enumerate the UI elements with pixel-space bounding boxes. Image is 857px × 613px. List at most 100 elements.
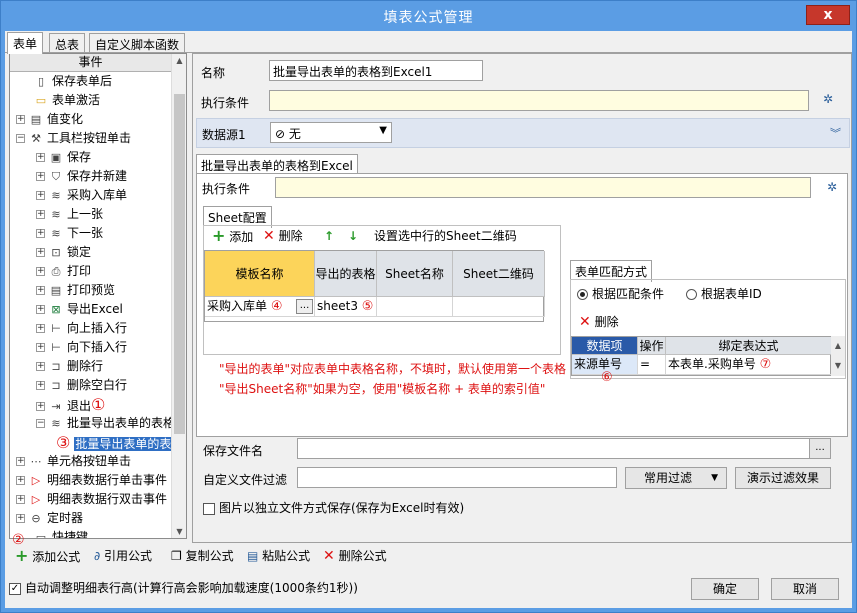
paste-formula-button[interactable]: ▤ 粘贴公式 (247, 544, 310, 568)
tree-item-form-activate[interactable]: ▭ 表单激活 (34, 91, 100, 110)
cell-sheet-name[interactable] (377, 297, 453, 317)
tree-item-timer[interactable]: + ⊖ 定时器 (16, 509, 83, 528)
col-export-table[interactable]: 导出的表格 (315, 251, 377, 297)
col-template-name[interactable]: 模板名称 (205, 251, 315, 297)
tree-item-batch-export-formula[interactable]: ③ 批量导出表单的表 (56, 433, 172, 452)
cancel-button[interactable]: 取消 (771, 578, 839, 600)
tree-item-save-after[interactable]: ▯ 保存表单后 (34, 72, 112, 91)
tree-item-cell-button-click[interactable]: + ⋯ 单元格按钮单击 (16, 452, 131, 471)
close-button[interactable]: x (806, 5, 850, 25)
tree-item-value-change[interactable]: + ▤ 值变化 (16, 110, 83, 129)
expand-icon[interactable]: + (16, 457, 25, 466)
sheet-delete-button[interactable]: ✕ 删除 (263, 224, 303, 248)
col-sheet-name[interactable]: Sheet名称 (377, 251, 453, 297)
tree-item-shortcut[interactable]: ▭ 快捷键 (34, 528, 88, 538)
scroll-down-icon[interactable]: ▼ (172, 527, 187, 536)
expand-icon[interactable]: + (36, 362, 45, 371)
scroll-up-icon[interactable]: ▲ (172, 56, 187, 65)
cell-export-table[interactable]: sheet3 ⑤ (315, 297, 377, 317)
tree-item-purchase-receipt[interactable]: + ≋ 采购入库单 (36, 186, 127, 205)
collapse-icon[interactable]: − (16, 134, 25, 143)
ds-select[interactable]: ⊘ 无 ▼ (270, 122, 392, 143)
tab-summary[interactable]: 总表 (49, 33, 86, 53)
ok-button[interactable]: 确定 (691, 578, 759, 600)
collapse-chevrons-icon[interactable]: ︾ (830, 125, 841, 141)
expand-icon[interactable]: + (36, 153, 45, 162)
tree-item-export-excel[interactable]: + ⊠ 导出Excel (36, 300, 123, 319)
cell-operation[interactable]: = (638, 355, 666, 375)
expand-icon[interactable]: + (16, 476, 25, 485)
radio-by-form-id[interactable]: 根据表单ID (686, 282, 762, 306)
sheet-add-button[interactable]: + 添加 (212, 224, 253, 249)
expand-icon[interactable]: + (36, 191, 45, 200)
magic-wand-icon[interactable]: ✲ (827, 180, 837, 194)
tree-item-insert-up[interactable]: + ⊢ 向上插入行 (36, 319, 127, 338)
tree-item-batch-export[interactable]: − ≋ 批量导出表单的表格 (36, 414, 172, 433)
file-filter-input[interactable] (297, 467, 617, 488)
tree-item-toolbar-click[interactable]: − ⚒ 工具栏按钮单击 (16, 129, 131, 148)
tab-form[interactable]: 表单 (7, 32, 44, 54)
set-sheet-qr-button[interactable]: 设置选中行的Sheet二维码 (374, 224, 517, 248)
expand-icon[interactable]: + (36, 286, 45, 295)
common-filter-select[interactable]: 常用过滤 ▼ (625, 467, 727, 489)
copy-formula-button[interactable]: ❐ 复制公式 (171, 544, 234, 568)
tree-item-print[interactable]: + ⎙ 打印 (36, 262, 91, 281)
match-delete-button[interactable]: ✕ 删除 (579, 310, 619, 334)
tree-item-next[interactable]: + ≋ 下一张 (36, 224, 103, 243)
marker-5: ⑤ (361, 299, 374, 314)
match-grid-scrollbar[interactable]: ▲ ▼ (831, 336, 845, 376)
expand-icon[interactable]: + (36, 229, 45, 238)
auto-adjust-checkbox[interactable]: ✓ 自动调整明细表行高(计算行高会影响加载速度(1000条约1秒)) (9, 576, 358, 600)
print-preview-icon: ▤ (50, 284, 62, 297)
add-formula-button[interactable]: + 添加公式 (15, 544, 80, 569)
cell-sheet-qr[interactable] (453, 297, 545, 317)
save-file-input[interactable] (297, 438, 827, 459)
expand-icon[interactable]: + (36, 172, 45, 181)
expand-icon[interactable]: + (36, 305, 45, 314)
expand-icon[interactable]: + (36, 324, 45, 333)
col-bind-expr[interactable]: 绑定表达式 (666, 337, 832, 355)
subcond-input[interactable] (275, 177, 811, 198)
cell-bind-expr[interactable]: 本表单.采购单号 ⑦ (666, 355, 832, 375)
tree-item-delete-row[interactable]: + ⊐ 删除行 (36, 357, 103, 376)
expand-icon[interactable]: + (36, 248, 45, 257)
ref-formula-button[interactable]: ∂ 引用公式 (94, 544, 152, 568)
tree-item-lock[interactable]: + ⊡ 锁定 (36, 243, 91, 262)
tree-item-exit[interactable]: + ⇥ 退出① (36, 395, 105, 414)
scroll-thumb[interactable] (174, 94, 185, 434)
tree-item-detail-row-click[interactable]: + ▷ 明细表数据行单击事件 (16, 471, 167, 490)
collapse-icon[interactable]: − (36, 419, 45, 428)
col-data-item[interactable]: 数据项 (572, 337, 638, 355)
expand-icon[interactable]: + (36, 402, 45, 411)
tree-item-insert-down[interactable]: + ⊢ 向下插入行 (36, 338, 127, 357)
expand-icon[interactable]: + (16, 115, 25, 124)
tab-custom-script[interactable]: 自定义脚本函数 (89, 33, 186, 53)
tree-item-detail-row-dblclick[interactable]: + ▷ 明细表数据行双击事件 (16, 490, 167, 509)
tree-item-save[interactable]: + ▣ 保存 (36, 148, 91, 167)
image-separate-checkbox[interactable]: 图片以独立文件方式保存(保存为Excel时有效) (203, 496, 464, 520)
tree-item-prev[interactable]: + ≋ 上一张 (36, 205, 103, 224)
demo-filter-button[interactable]: 演示过滤效果 (735, 467, 831, 489)
radio-by-condition[interactable]: 根据匹配条件 (577, 282, 664, 306)
expand-icon[interactable]: + (36, 267, 45, 276)
expand-icon[interactable]: + (16, 514, 25, 523)
col-operation[interactable]: 操作 (638, 337, 666, 355)
delete-formula-button[interactable]: ✕ 删除公式 (323, 544, 387, 568)
magic-wand-icon[interactable]: ✲ (823, 92, 833, 106)
move-down-icon[interactable]: ↓ (348, 224, 358, 248)
col-sheet-qr[interactable]: Sheet二维码 (453, 251, 545, 297)
tree-item-save-new[interactable]: + ⛉ 保存并新建 (36, 167, 127, 186)
expand-icon[interactable]: + (36, 343, 45, 352)
browse-button[interactable]: ... (809, 438, 831, 459)
move-up-icon[interactable]: ↑ (324, 224, 334, 248)
tree-scrollbar[interactable]: ▲ ▼ (171, 54, 186, 538)
expand-icon[interactable]: + (36, 381, 45, 390)
name-input[interactable]: 批量导出表单的表格到Excel1 (269, 60, 483, 81)
tree-item-print-preview[interactable]: + ▤ 打印预览 (36, 281, 115, 300)
file-filter-label: 自定义文件过滤 (203, 473, 288, 487)
expand-icon[interactable]: + (16, 495, 25, 504)
tree-item-delete-blank-row[interactable]: + ⊐ 删除空白行 (36, 376, 127, 395)
expand-icon[interactable]: + (36, 210, 45, 219)
ellipsis-button[interactable]: ... (296, 299, 313, 314)
cond-input[interactable] (269, 90, 809, 111)
